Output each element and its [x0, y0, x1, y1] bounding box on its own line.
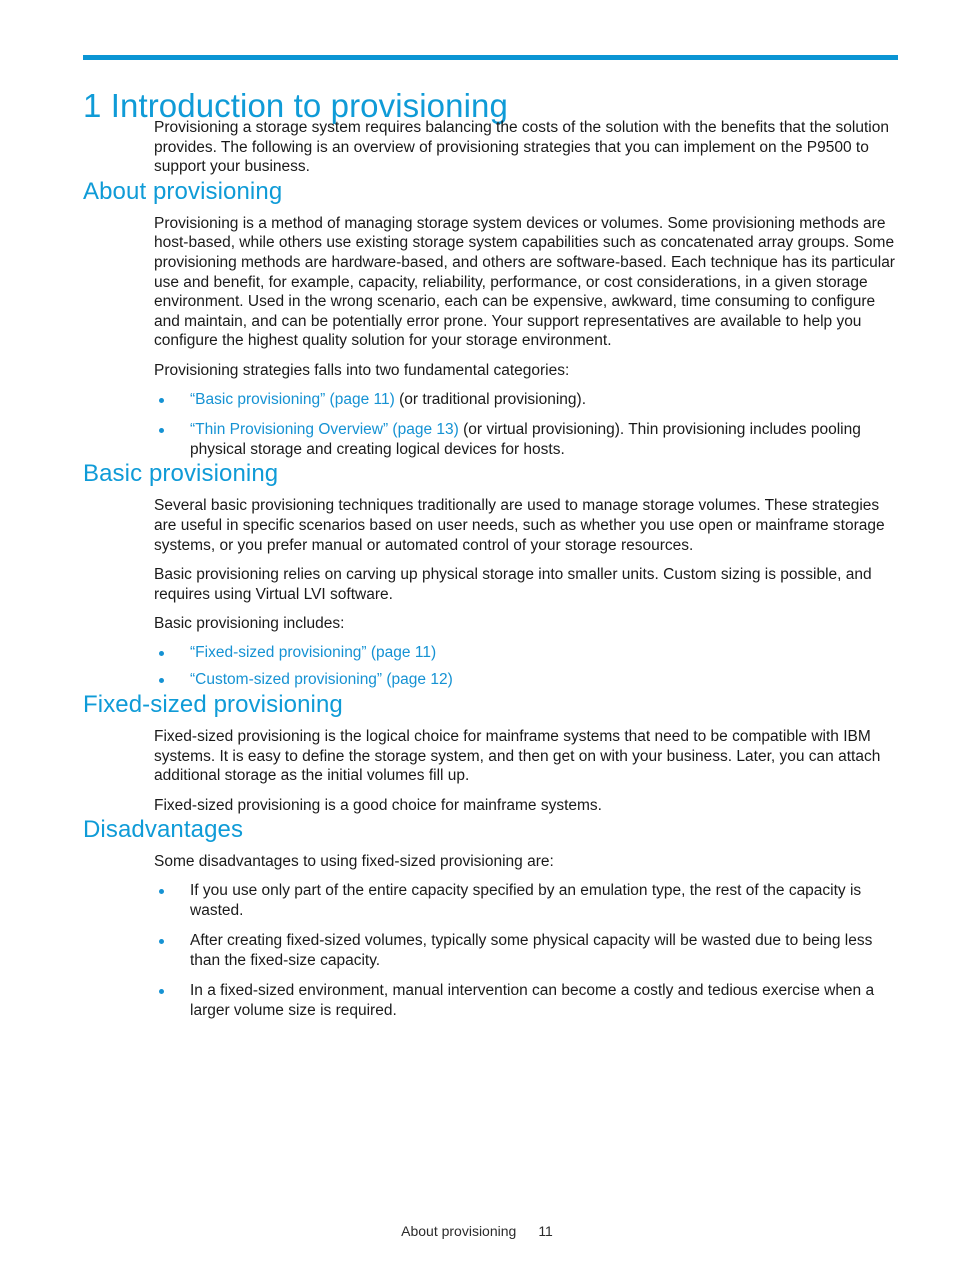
basic-paragraph-1: Several basic provisioning techniques tr… — [154, 497, 885, 554]
basic-bullet-list: “Fixed-sized provisioning” (page 11) “Cu… — [83, 643, 898, 690]
intro-paragraph: Provisioning a storage system requires b… — [154, 119, 889, 176]
fixed-paragraph-1: Fixed-sized provisioning is the logical … — [154, 728, 881, 785]
chapter-rule — [83, 55, 898, 60]
disadvantages-bullet-list: If you use only part of the entire capac… — [83, 881, 898, 1021]
about-paragraph-2: Provisioning strategies falls into two f… — [154, 361, 570, 379]
basic-paragraph-2: Basic provisioning relies on carving up … — [154, 566, 872, 603]
heading-about-provisioning: About provisioning — [83, 177, 283, 205]
footer-section-label: About provisioning — [401, 1223, 517, 1239]
list-item-text: (or traditional provisioning). — [394, 390, 587, 408]
xref-fixed-sized-provisioning[interactable]: “Fixed-sized provisioning” (page 11) — [190, 644, 436, 661]
list-item: “Thin Provisioning Overview” (page 13) (… — [154, 420, 898, 459]
page-footer: About provisioning 11 — [0, 1222, 954, 1240]
list-item: “Custom-sized provisioning” (page 12) — [154, 670, 898, 690]
list-item: After creating fixed-sized volumes, typi… — [154, 931, 898, 970]
list-item: If you use only part of the entire capac… — [154, 881, 898, 920]
heading-basic-provisioning: Basic provisioning — [83, 460, 279, 488]
basic-paragraph-3: Basic provisioning includes: — [154, 615, 345, 633]
content-column: Provisioning a storage system requires b… — [83, 118, 898, 1021]
list-item: “Basic provisioning” (page 11) (or tradi… — [154, 390, 898, 410]
fixed-paragraph-2: Fixed-sized provisioning is a good choic… — [154, 796, 602, 814]
footer-page-number: 11 — [538, 1223, 553, 1239]
about-paragraph-1: Provisioning is a method of managing sto… — [154, 214, 895, 350]
xref-custom-sized-provisioning[interactable]: “Custom-sized provisioning” (page 12) — [190, 671, 453, 688]
xref-basic-provisioning[interactable]: “Basic provisioning” (page 11) — [190, 391, 395, 408]
document-page: 1 Introduction to provisioning Provision… — [0, 0, 954, 1271]
xref-thin-provisioning-overview[interactable]: “Thin Provisioning Overview” (page 13) — [190, 421, 459, 438]
disadvantages-paragraph: Some disadvantages to using fixed-sized … — [154, 853, 554, 871]
list-item: “Fixed-sized provisioning” (page 11) — [154, 643, 898, 663]
list-item: In a fixed-sized environment, manual int… — [154, 981, 898, 1020]
heading-fixed-sized-provisioning: Fixed-sized provisioning — [83, 691, 343, 719]
about-bullet-list: “Basic provisioning” (page 11) (or tradi… — [83, 390, 898, 460]
heading-disadvantages: Disadvantages — [83, 816, 244, 844]
